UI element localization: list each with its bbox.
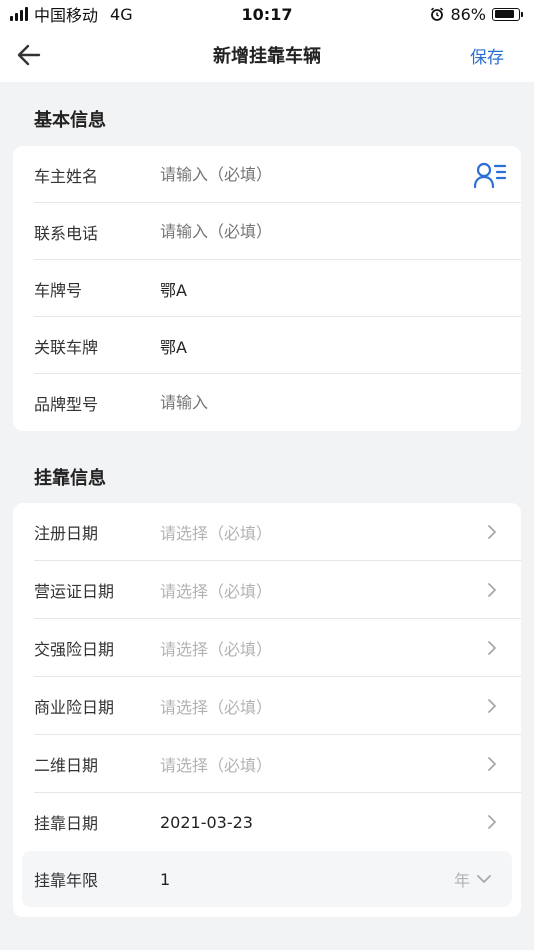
commercial-insurance-date-value: 请选择（必填） [160, 698, 273, 717]
compulsory-insurance-date-value: 请选择（必填） [160, 640, 273, 659]
alarm-icon [431, 7, 444, 21]
chevron-right-icon [488, 583, 496, 597]
operation-cert-date-label: 营运证日期 [34, 582, 115, 601]
back-button[interactable] [14, 40, 44, 70]
affiliation-date-value: 2021-03-23 [160, 812, 253, 832]
secondary-maintenance-date-label: 二维日期 [34, 756, 99, 775]
save-button[interactable]: 保存 [470, 43, 504, 68]
carrier-name: 中国移动 [34, 6, 99, 25]
owner-name-row: 车主姓名 [13, 146, 521, 203]
commercial-insurance-date-row[interactable]: 商业险日期 请选择（必填） [13, 677, 521, 735]
phone-label: 联系电话 [34, 223, 99, 243]
linked-plate-label: 关联车牌 [34, 337, 99, 357]
plate-label: 车牌号 [34, 280, 83, 300]
status-left: 中国移动 4G [10, 2, 133, 26]
brand-model-label: 品牌型号 [34, 394, 99, 414]
secondary-maintenance-date-row[interactable]: 二维日期 请选择（必填） [13, 735, 521, 793]
register-date-row[interactable]: 注册日期 请选择（必填） [13, 503, 521, 561]
contact-list-icon [473, 162, 507, 188]
owner-name-label: 车主姓名 [34, 166, 99, 186]
page-title: 新增挂靠车辆 [213, 46, 321, 67]
chevron-right-icon [488, 525, 496, 539]
chevron-wrap [485, 756, 499, 772]
term-unit-select[interactable]: 年 [454, 867, 492, 891]
chevron-down-icon [477, 875, 491, 883]
network-type: 4G [110, 4, 133, 24]
affiliation-term-row[interactable]: 挂靠年限 1 年 [22, 851, 512, 907]
operation-cert-date-value: 请选择（必填） [160, 582, 273, 601]
compulsory-insurance-date-label: 交强险日期 [34, 640, 115, 659]
arrow-left-icon [17, 44, 41, 66]
nav-bar: 新增挂靠车辆 保存 [0, 28, 534, 82]
brand-model-row: 品牌型号 [13, 374, 521, 431]
plate-input[interactable] [160, 279, 521, 298]
affiliation-info-card: 注册日期 请选择（必填） 营运证日期 请选择（必填） 交强险日期 请选择（必填）… [13, 503, 521, 917]
affiliation-date-label: 挂靠日期 [34, 814, 99, 833]
chevron-right-icon [488, 641, 496, 655]
phone-row: 联系电话 [13, 203, 521, 260]
chevron-right-icon [488, 815, 496, 829]
battery-icon [492, 7, 523, 21]
status-bar: 中国移动 4G 10:17 86% [0, 0, 534, 28]
register-date-value: 请选择（必填） [160, 524, 273, 543]
term-unit: 年 [453, 871, 470, 890]
chevron-wrap [485, 524, 499, 540]
contact-picker-button[interactable] [473, 161, 507, 189]
chevron-right-icon [488, 699, 496, 713]
chevron-wrap [485, 814, 499, 830]
battery-level [494, 10, 515, 18]
chevron-wrap [485, 698, 499, 714]
compulsory-insurance-date-row[interactable]: 交强险日期 请选择（必填） [13, 619, 521, 677]
chevron-right-icon [488, 757, 496, 771]
basic-info-card: 车主姓名 联系电话 车牌号 关联车牌 品牌型号 [13, 146, 521, 431]
affiliation-date-row[interactable]: 挂靠日期 2021-03-23 [13, 793, 521, 851]
brand-model-input[interactable] [160, 393, 521, 412]
affiliation-term-label: 挂靠年限 [34, 871, 99, 890]
plate-row: 车牌号 [13, 260, 521, 317]
phone-input[interactable] [160, 222, 521, 241]
section-title-basic: 基本信息 [34, 110, 106, 131]
battery-percent: 86% [450, 4, 486, 24]
register-date-label: 注册日期 [34, 524, 99, 543]
linked-plate-input[interactable] [160, 336, 521, 355]
signal-icon [10, 7, 28, 21]
linked-plate-row: 关联车牌 [13, 317, 521, 374]
chevron-wrap [485, 640, 499, 656]
operation-cert-date-row[interactable]: 营运证日期 请选择（必填） [13, 561, 521, 619]
status-right: 86% [430, 4, 523, 24]
owner-name-input[interactable] [160, 165, 521, 184]
section-title-affiliation: 挂靠信息 [34, 468, 106, 489]
chevron-wrap [485, 582, 499, 598]
commercial-insurance-date-label: 商业险日期 [34, 698, 115, 717]
secondary-maintenance-date-value: 请选择（必填） [160, 756, 273, 775]
